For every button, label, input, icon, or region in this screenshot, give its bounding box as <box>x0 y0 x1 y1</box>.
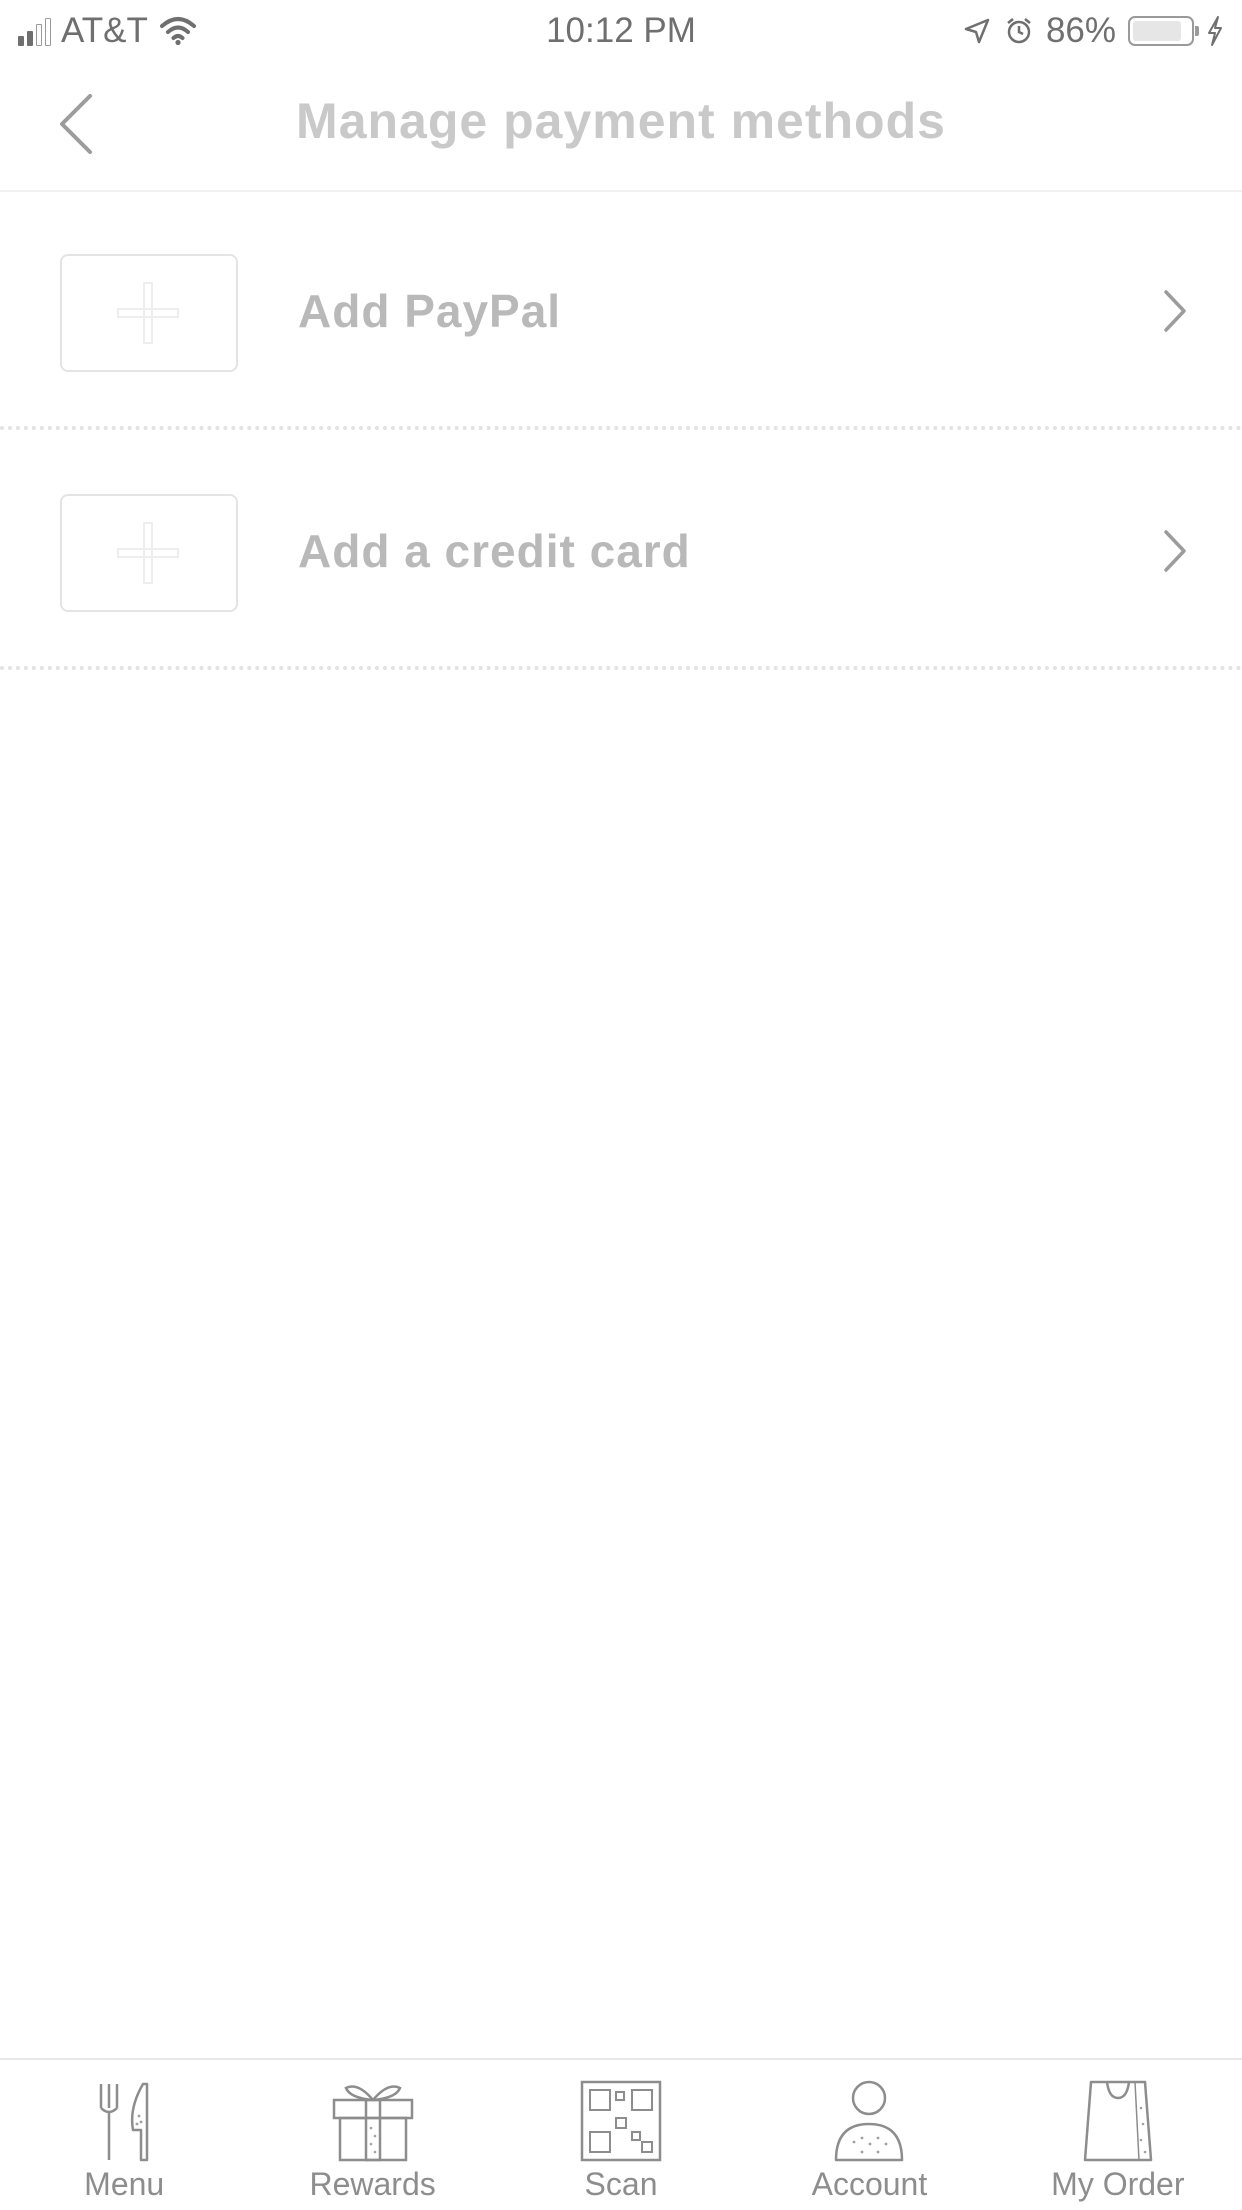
location-arrow-icon <box>964 18 990 44</box>
tab-rewards-label: Rewards <box>309 2166 436 2202</box>
tab-scan[interactable]: Scan <box>497 2060 745 2210</box>
tab-my-order[interactable]: My Order <box>994 2060 1242 2210</box>
chevron-right-icon <box>1164 290 1186 332</box>
tab-account[interactable]: Account <box>745 2060 993 2210</box>
battery-icon <box>1128 16 1199 46</box>
page-title: Manage payment methods <box>296 93 946 149</box>
row-divider <box>0 666 1242 670</box>
qr-code-icon <box>580 2080 662 2162</box>
bag-icon <box>1083 2080 1153 2162</box>
add-credit-card-label: Add a credit card <box>298 525 691 577</box>
add-paypal-icon-box <box>60 254 238 372</box>
add-paypal-label: Add PayPal <box>298 285 562 337</box>
add-paypal-row[interactable]: Add PayPal <box>0 192 1242 430</box>
tab-bar: Menu Rewards Scan Account My Order <box>0 2058 1242 2210</box>
plus-icon <box>117 522 179 584</box>
tab-scan-label: Scan <box>584 2166 658 2202</box>
tab-my-order-label: My Order <box>1051 2166 1185 2202</box>
nav-header: Manage payment methods <box>0 62 1242 192</box>
fork-knife-icon <box>99 2082 149 2162</box>
charging-bolt-icon <box>1208 16 1222 46</box>
chevron-right-icon <box>1164 530 1186 572</box>
gift-icon <box>332 2085 413 2162</box>
alarm-icon <box>1007 18 1031 44</box>
status-right: 86% <box>962 8 1224 54</box>
battery-percent: 86% <box>1045 11 1116 50</box>
plus-icon <box>117 282 179 344</box>
row-divider <box>0 426 1242 430</box>
add-credit-card-row[interactable]: Add a credit card <box>0 432 1242 670</box>
status-bar: AT&T 10:12 PM 86% <box>0 0 1242 62</box>
person-icon <box>835 2080 904 2162</box>
tab-account-label: Account <box>811 2166 928 2202</box>
tab-menu-label: Menu <box>84 2166 165 2202</box>
add-credit-card-icon-box <box>60 494 238 612</box>
tab-menu[interactable]: Menu <box>0 2060 248 2210</box>
tab-rewards[interactable]: Rewards <box>248 2060 496 2210</box>
